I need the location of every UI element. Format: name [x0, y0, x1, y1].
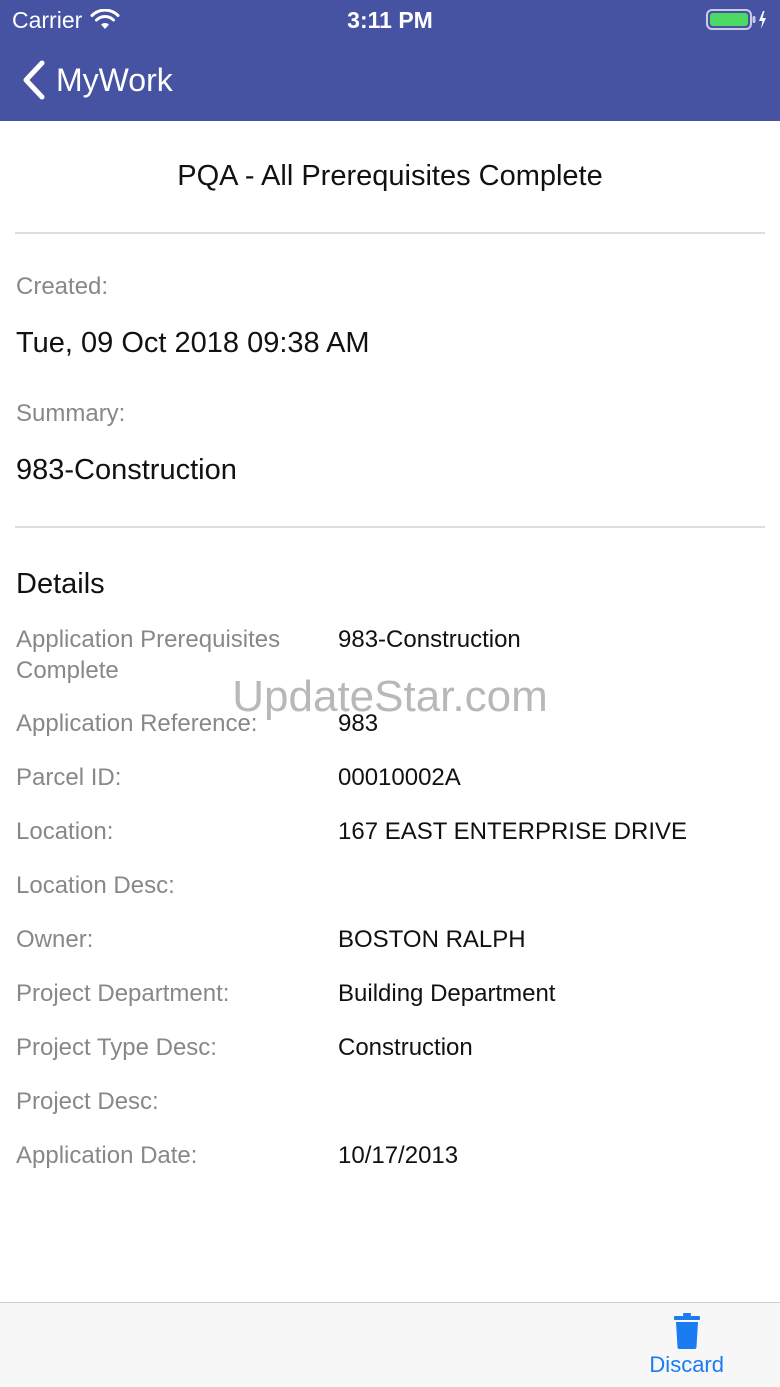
created-value: Tue, 09 Oct 2018 09:38 AM: [16, 327, 370, 359]
battery-icon: [706, 9, 768, 31]
detail-row-project-department: Project Department: Building Department: [16, 978, 766, 1032]
detail-label: Application Prerequisites Complete: [16, 626, 281, 684]
divider: [15, 232, 765, 234]
detail-label: Project Desc:: [16, 1088, 159, 1115]
detail-value: 983-Construction: [338, 626, 521, 653]
trash-icon: [673, 1313, 700, 1349]
detail-label: Project Department:: [16, 980, 230, 1007]
detail-label: Location Desc:: [16, 872, 175, 899]
detail-row-location-desc: Location Desc:: [16, 870, 766, 924]
detail-value: 983: [338, 710, 379, 737]
bottom-toolbar: Discard: [0, 1302, 780, 1387]
details-list: Application Prerequisites Complete 983-C…: [16, 624, 766, 1194]
back-button-label: MyWork: [56, 62, 173, 98]
detail-row-project-type-desc: Project Type Desc: Construction: [16, 1032, 766, 1086]
detail-label: Project Type Desc:: [16, 1034, 217, 1061]
detail-value: Construction: [338, 1034, 473, 1061]
detail-value: [338, 870, 766, 924]
divider: [15, 526, 765, 528]
detail-row-application-date: Application Date: 10/17/2013: [16, 1140, 766, 1194]
summary-label: Summary:: [16, 400, 126, 427]
detail-label: Owner:: [16, 926, 94, 953]
detail-value: [338, 1086, 766, 1140]
detail-row-application-reference: Application Reference: 983: [16, 708, 766, 762]
detail-row-owner: Owner: BOSTON RALPH: [16, 924, 766, 978]
detail-label: Application Reference:: [16, 710, 258, 737]
page-title: PQA - All Prerequisites Complete: [177, 160, 603, 192]
top-bar: Carrier 3:11 PM MyWork: [0, 0, 780, 121]
created-label: Created:: [16, 273, 109, 300]
detail-row-location: Location: 167 EAST ENTERPRISE DRIVE: [16, 816, 766, 870]
chevron-left-icon: [23, 60, 45, 100]
detail-value: 10/17/2013: [338, 1142, 459, 1169]
discard-button-label: Discard: [649, 1352, 724, 1377]
details-heading: Details: [16, 568, 105, 600]
detail-value: Building Department: [338, 980, 556, 1007]
detail-row-parcel-id: Parcel ID: 00010002A: [16, 762, 766, 816]
detail-value: 167 EAST ENTERPRISE DRIVE: [338, 818, 688, 845]
detail-label: Location:: [16, 818, 114, 845]
detail-row-prerequisites: Application Prerequisites Complete 983-C…: [16, 624, 766, 708]
detail-row-project-desc: Project Desc:: [16, 1086, 766, 1140]
detail-label: Application Date:: [16, 1142, 198, 1169]
status-time: 3:11 PM: [347, 7, 433, 33]
discard-button[interactable]: Discard: [649, 1313, 724, 1379]
summary-value: 983-Construction: [16, 454, 237, 486]
detail-value: BOSTON RALPH: [338, 926, 526, 953]
back-button[interactable]: MyWork: [20, 56, 173, 104]
detail-label: Parcel ID:: [16, 764, 122, 791]
detail-value: 00010002A: [338, 764, 461, 791]
